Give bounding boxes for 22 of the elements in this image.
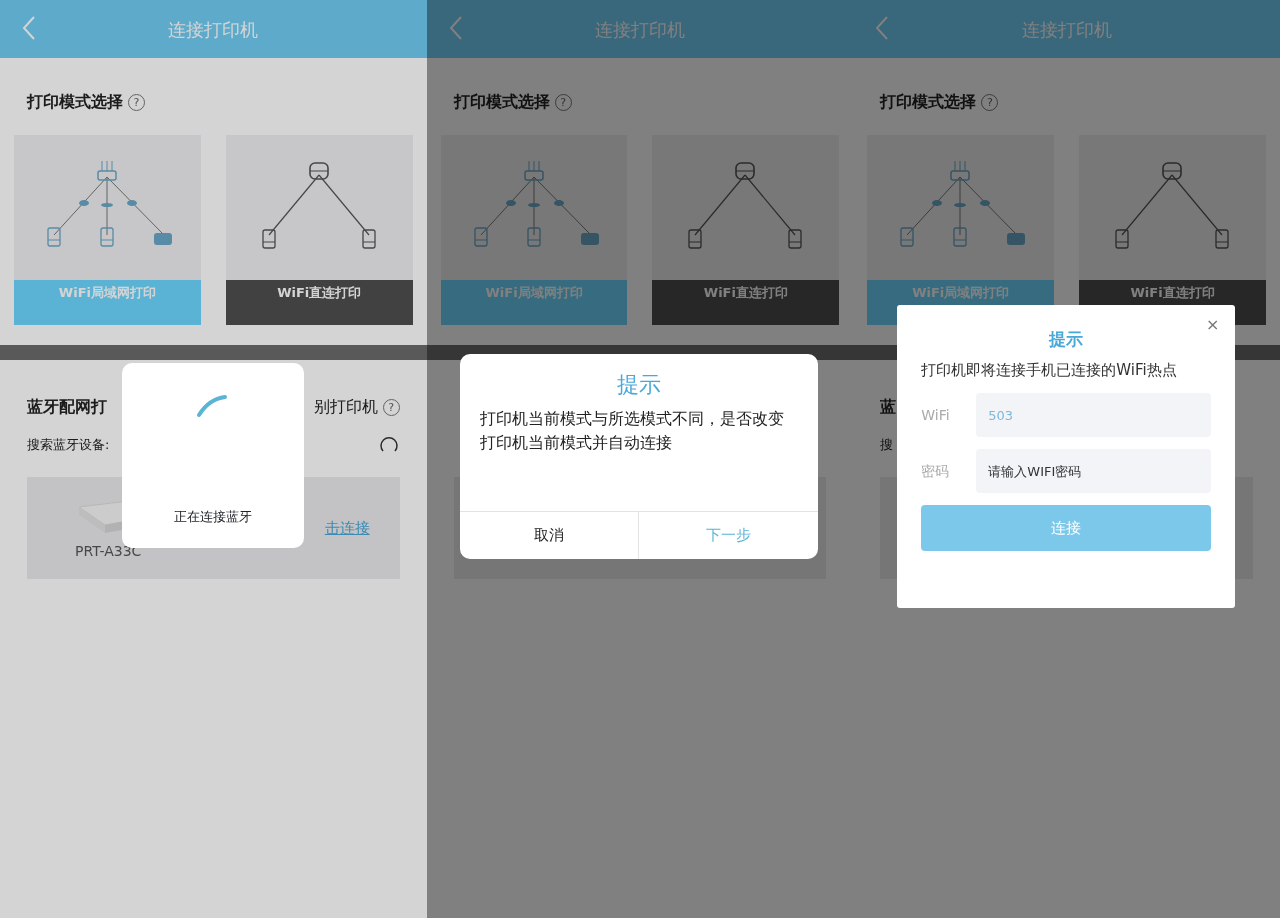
search-label: 搜 (880, 436, 894, 455)
section-title: 蓝牙配网打 (27, 396, 107, 418)
section-title: 打印模式选择 (880, 91, 977, 113)
field-label: 密码 (921, 461, 951, 481)
loading-message: 正在连接蓝牙 (174, 507, 252, 526)
dialog-message: 打印机即将连接手机已连接的WiFi热点 (921, 359, 1178, 381)
mode-label: WiFi局域网打印 (14, 280, 201, 325)
dialog-message: 打印机当前模式与所选模式不同，是否改变打印机当前模式并自动连接 (478, 408, 785, 454)
mode-label: WiFi局域网打印 (440, 280, 628, 325)
section-title: 别打印机 (313, 396, 378, 418)
screen-title: 连接打印机 (595, 17, 685, 42)
mode-label: WiFi直连打印 (225, 280, 413, 325)
field-label: WiFi (921, 405, 951, 425)
section-title: 打印模式选择 (27, 91, 123, 113)
search-label: 搜索蓝牙设备: (27, 436, 110, 455)
mode-label: WiFi直连打印 (652, 280, 840, 325)
dialog-title: 提示 (615, 371, 662, 399)
section-title: 打印模式选择 (453, 91, 550, 113)
dialog-title: 提示 (1047, 328, 1085, 351)
screen-title: 连接打印机 (1021, 17, 1112, 42)
screen-title: 连接打印机 (168, 17, 259, 42)
section-title: 蓝 (880, 396, 897, 418)
